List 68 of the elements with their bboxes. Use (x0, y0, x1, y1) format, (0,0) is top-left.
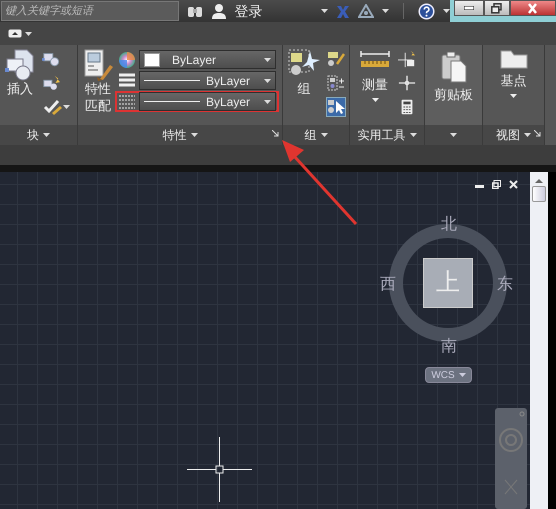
scroll-thumb[interactable] (532, 186, 546, 202)
panel-title[interactable]: 视图 (496, 126, 520, 144)
close-icon (528, 2, 537, 14)
user-icon[interactable] (210, 3, 226, 19)
minimize-icon (464, 6, 474, 10)
caret-icon[interactable] (442, 9, 450, 13)
clipboard-icon (440, 51, 468, 83)
group-edit-button[interactable] (326, 49, 346, 69)
search-field[interactable]: 键入关键字或短语 (1, 1, 178, 21)
drawing-canvas[interactable]: 北 西 上 东 南 WCS (0, 172, 530, 509)
restore-icon[interactable] (492, 180, 501, 189)
group-button[interactable]: 组 (286, 49, 322, 121)
caret-icon[interactable] (190, 133, 198, 137)
panel-toggle-icon[interactable] (8, 29, 22, 38)
line-types-icon (118, 92, 136, 110)
ungroup-button[interactable] (326, 73, 346, 93)
line-weights-icon (118, 72, 136, 90)
caret-icon[interactable] (264, 58, 271, 62)
caret-icon[interactable] (320, 133, 328, 137)
compass-label[interactable]: 南 (441, 335, 457, 359)
scroll-up-icon[interactable] (535, 178, 543, 183)
crosshair-cursor (187, 437, 252, 502)
compass-label[interactable]: 东 (497, 273, 513, 297)
caret-icon[interactable] (264, 100, 271, 104)
sign-in-link[interactable]: 登录 (234, 0, 262, 22)
triangle-icon[interactable] (358, 4, 374, 18)
check-pencil-button[interactable] (41, 97, 71, 117)
insert-button[interactable]: 插入 (3, 49, 37, 121)
caret-icon[interactable] (382, 9, 388, 13)
base-point-button[interactable]: 基点 (496, 49, 530, 121)
lineweight-dropdown[interactable]: ByLayer (139, 92, 276, 111)
close-icon[interactable] (509, 180, 518, 189)
scrollbar[interactable] (530, 172, 548, 509)
close-button[interactable] (510, 0, 556, 16)
restore-button[interactable] (484, 0, 510, 16)
minimize-button[interactable] (454, 0, 484, 16)
caret-icon[interactable] (372, 98, 378, 102)
panel-title[interactable]: 块 (27, 126, 39, 144)
color-dropdown[interactable]: ByLayer (139, 50, 276, 69)
panel-title[interactable]: 实用工具 (358, 126, 406, 144)
caret-icon[interactable] (320, 9, 328, 13)
panel-title[interactable]: 组 (304, 126, 316, 144)
measure-button[interactable]: 测量 (357, 49, 393, 121)
insert-icon (5, 49, 35, 81)
caret-icon[interactable] (410, 133, 416, 137)
group-select-button[interactable] (326, 97, 346, 117)
caret-icon[interactable] (524, 133, 531, 137)
point-id-button[interactable] (397, 49, 417, 69)
panel-title[interactable]: 特性 (162, 126, 186, 144)
help-icon[interactable] (418, 2, 434, 20)
compass-label[interactable]: 北 (441, 213, 457, 237)
crosshair-button[interactable] (397, 73, 417, 93)
binoculars-icon[interactable] (186, 4, 202, 18)
caret-icon[interactable] (450, 133, 457, 137)
caret-icon[interactable] (62, 105, 70, 109)
compass-label[interactable]: 西 (380, 273, 396, 297)
caret-icon[interactable] (264, 78, 271, 82)
dialog-launcher-icon[interactable] (272, 130, 279, 138)
base-point-icon (498, 49, 528, 69)
dialog-launcher-icon[interactable] (534, 130, 541, 138)
caret-icon[interactable] (510, 94, 517, 98)
restore-icon (491, 2, 502, 14)
match-properties-button[interactable]: 特性匹配 (81, 49, 115, 121)
caret-icon[interactable] (43, 133, 50, 137)
caret-icon[interactable] (25, 32, 32, 36)
color-wheel-icon (118, 50, 136, 68)
match-properties-icon (83, 49, 113, 81)
linetype-dropdown[interactable]: ByLayer (139, 71, 276, 90)
